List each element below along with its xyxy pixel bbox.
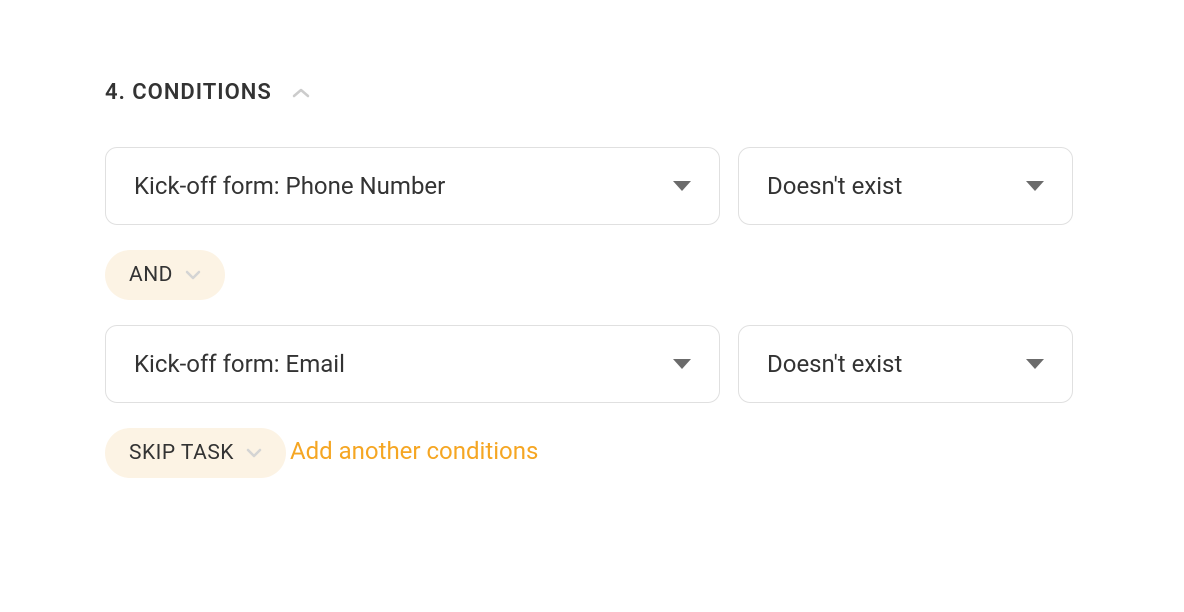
section-number: 4. — [105, 80, 126, 105]
caret-down-icon — [673, 181, 691, 191]
chevron-down-icon — [185, 270, 201, 280]
condition-operator-select-2[interactable]: Doesn't exist — [738, 325, 1073, 403]
caret-down-icon — [1026, 359, 1044, 369]
action-pill[interactable]: SKIP TASK — [105, 428, 286, 478]
condition-field-select-1[interactable]: Kick-off form: Phone Number — [105, 147, 720, 225]
condition-row-1: Kick-off form: Phone Number Doesn't exis… — [105, 147, 1079, 225]
condition-field-value: Kick-off form: Phone Number — [134, 172, 445, 200]
chevron-down-icon — [246, 448, 262, 458]
section-header: 4. CONDITIONS — [105, 80, 1079, 105]
collapse-toggle[interactable] — [292, 87, 310, 99]
caret-down-icon — [1026, 181, 1044, 191]
condition-operator-value: Doesn't exist — [767, 172, 902, 200]
action-pill-label: SKIP TASK — [129, 441, 234, 465]
add-condition-link[interactable]: Add another conditions — [290, 437, 538, 465]
condition-field-value: Kick-off form: Email — [134, 350, 345, 378]
condition-field-select-2[interactable]: Kick-off form: Email — [105, 325, 720, 403]
logic-operator-label: AND — [129, 263, 173, 287]
logic-operator-pill[interactable]: AND — [105, 250, 225, 300]
caret-down-icon — [673, 359, 691, 369]
condition-operator-value: Doesn't exist — [767, 350, 902, 378]
section-title-text: CONDITIONS — [132, 80, 271, 105]
condition-operator-select-1[interactable]: Doesn't exist — [738, 147, 1073, 225]
condition-row-2: Kick-off form: Email Doesn't exist — [105, 325, 1079, 403]
section-title: 4. CONDITIONS — [105, 80, 272, 105]
chevron-up-icon — [292, 87, 310, 99]
